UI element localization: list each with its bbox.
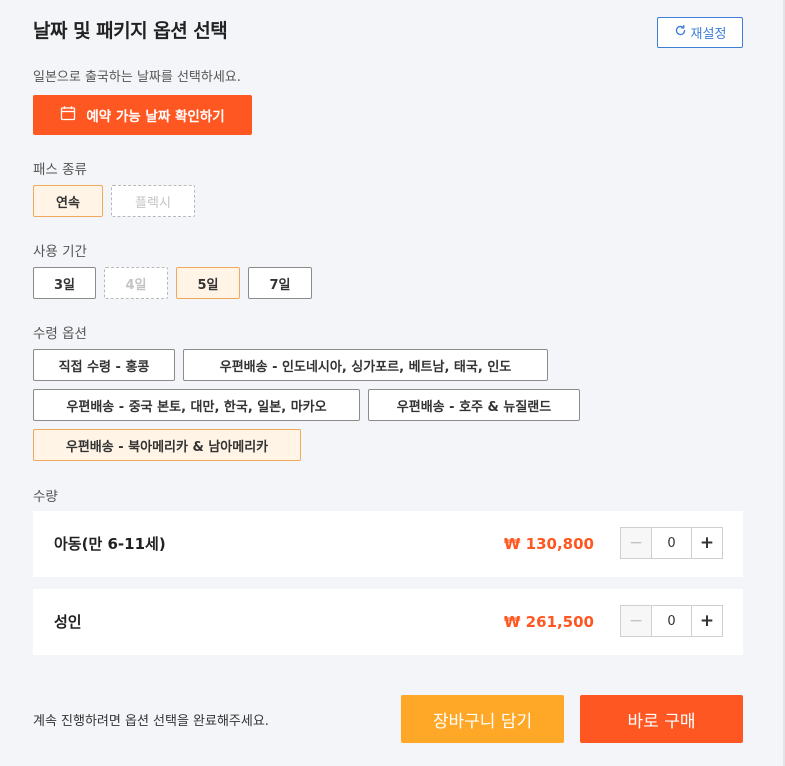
- refresh-icon: [674, 24, 687, 41]
- buy-now-button[interactable]: 바로 구매: [580, 695, 743, 743]
- pickup-option-americas[interactable]: 우편배송 - 북아메리카 & 남아메리카: [33, 429, 301, 461]
- check-available-dates-button[interactable]: 예약 가능 날짜 확인하기: [33, 95, 252, 135]
- pass-type-label: 패스 종류: [33, 162, 87, 178]
- minus-icon[interactable]: −: [621, 528, 652, 558]
- period-label: 사용 기간: [33, 244, 87, 260]
- period-option-7days[interactable]: 7일: [248, 267, 312, 299]
- quantity-stepper: − 0 +: [620, 605, 723, 637]
- pickup-option-sea[interactable]: 우편배송 - 인도네시아, 싱가포르, 베트남, 태국, 인도: [183, 349, 548, 381]
- reset-button[interactable]: 재설정: [657, 17, 743, 48]
- page-title: 날짜 및 패키지 옵션 선택: [33, 20, 228, 42]
- check-date-label: 예약 가능 날짜 확인하기: [86, 109, 225, 125]
- quantity-row-child: 아동(만 6-11세) ₩ 130,800 − 0 +: [33, 511, 743, 577]
- plus-icon[interactable]: +: [691, 606, 722, 636]
- quantity-label: 수량: [33, 489, 58, 505]
- calendar-icon: [60, 105, 76, 125]
- quantity-row-name: 성인: [54, 613, 82, 631]
- pickup-label: 수령 옵션: [33, 326, 87, 342]
- reset-label: 재설정: [690, 27, 727, 42]
- pickup-option-oceania[interactable]: 우편배송 - 호주 & 뉴질랜드: [368, 389, 580, 421]
- quantity-row-price: ₩ 130,800: [503, 535, 594, 553]
- date-subtitle: 일본으로 출국하는 날짜를 선택하세요.: [33, 70, 241, 85]
- pickup-option-hongkong[interactable]: 직접 수령 - 홍콩: [33, 349, 175, 381]
- quantity-value[interactable]: 0: [652, 606, 691, 636]
- minus-icon[interactable]: −: [621, 606, 652, 636]
- quantity-row-name: 아동(만 6-11세): [54, 535, 166, 553]
- period-option-4days: 4일: [104, 267, 168, 299]
- quantity-row-adult: 성인 ₩ 261,500 − 0 +: [33, 589, 743, 655]
- plus-icon[interactable]: +: [691, 528, 722, 558]
- add-to-cart-button[interactable]: 장바구니 담기: [401, 695, 564, 743]
- quantity-value[interactable]: 0: [652, 528, 691, 558]
- footer-note: 계속 진행하려면 옵션 선택을 완료해주세요.: [33, 714, 269, 729]
- pickup-option-east-asia[interactable]: 우편배송 - 중국 본토, 대만, 한국, 일본, 마카오: [33, 389, 360, 421]
- period-option-5days[interactable]: 5일: [176, 267, 240, 299]
- period-option-3days[interactable]: 3일: [33, 267, 96, 299]
- quantity-stepper: − 0 +: [620, 527, 723, 559]
- pass-type-option-continuous[interactable]: 연속: [33, 185, 103, 217]
- quantity-row-price: ₩ 261,500: [503, 613, 594, 631]
- pass-type-option-flexi: 플렉시: [111, 185, 195, 217]
